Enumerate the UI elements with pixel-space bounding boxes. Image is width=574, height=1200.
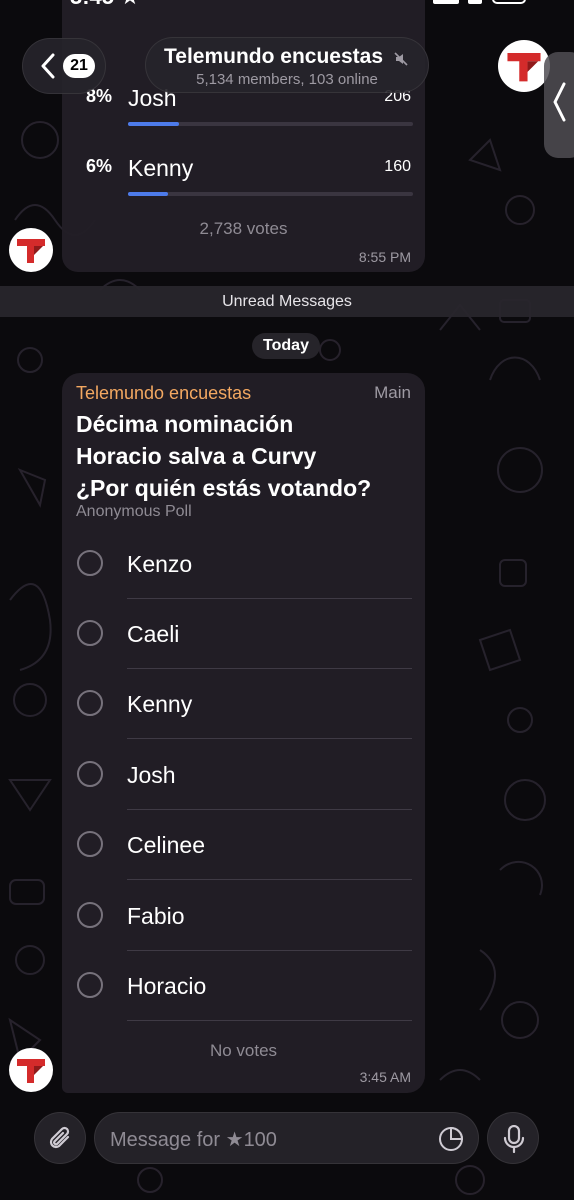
poll-option[interactable]: Horacio [62, 951, 425, 1021]
poll-option[interactable]: Kenny [62, 669, 425, 739]
message-input-placeholder: Message for ★100 [110, 1127, 277, 1152]
poll-type: Anonymous Poll [76, 503, 192, 520]
message-time: 3:45 AM [359, 1069, 411, 1085]
radio-button[interactable] [77, 690, 103, 716]
status-bar: 3:45 ★ [0, 0, 574, 10]
chat-avatar[interactable] [498, 40, 550, 92]
muted-icon [394, 52, 408, 66]
poll-message-bubble[interactable]: Telemundo encuestas Main Décima nominaci… [62, 373, 425, 1093]
microphone-icon [503, 1125, 525, 1153]
poll-option[interactable]: Caeli [62, 599, 425, 669]
radio-button[interactable] [77, 831, 103, 857]
result-bar-fill [128, 192, 168, 196]
attach-button[interactable] [34, 1112, 86, 1164]
poll-option[interactable]: Celinee [62, 810, 425, 880]
radio-button[interactable] [77, 620, 103, 646]
placeholder-text: Message for [110, 1129, 221, 1151]
status-time: 3:45 ★ [70, 0, 140, 10]
chevron-left-icon [41, 53, 55, 79]
cellular-signal-icon [433, 0, 459, 4]
battery-icon [492, 0, 526, 4]
telemundo-logo-icon [17, 1059, 45, 1083]
poll-result-row: 6% Kenny 160 [62, 150, 425, 210]
sticker-icon[interactable] [438, 1126, 464, 1152]
wifi-icon [468, 0, 482, 4]
poll-option-label: Celinee [127, 832, 205, 858]
result-bar [128, 192, 413, 196]
voice-message-button[interactable] [487, 1112, 539, 1164]
poll-option-label: Kenzo [127, 551, 193, 577]
sender-name[interactable]: Telemundo encuestas [76, 383, 251, 404]
poll-option-label: Kenny [127, 691, 193, 717]
poll-question-line: ¿Por quién estás votando? [76, 475, 372, 501]
radio-button[interactable] [77, 972, 103, 998]
result-bar [128, 122, 413, 126]
divider [127, 1020, 412, 1021]
star-icon: ★ [225, 1129, 244, 1151]
vote-count: No votes [209, 1041, 278, 1060]
date-badge: Today [252, 333, 320, 359]
poll-option[interactable]: Josh [62, 740, 425, 810]
message-input[interactable]: Message for ★100 [94, 1112, 479, 1164]
poll-question: Décima nominación Horacio salva a Curvy … [76, 408, 416, 504]
poll-question-line: Horacio salva a Curvy [76, 443, 317, 469]
star-price: 100 [243, 1129, 277, 1151]
poll-option-label: Horacio [127, 973, 207, 999]
poll-option[interactable]: Kenzo [62, 529, 425, 599]
radio-button[interactable] [77, 550, 103, 576]
topic-tag: Main [374, 383, 411, 402]
telemundo-logo-icon [17, 239, 45, 263]
chat-title: Telemundo encuestas [164, 45, 384, 68]
result-percent: 6% [86, 156, 113, 176]
chevron-left-icon [553, 82, 566, 122]
chat-title-pill[interactable]: Telemundo encuestas 5,134 members, 103 o… [145, 37, 429, 93]
paperclip-icon [49, 1126, 70, 1149]
poll-option-label: Josh [127, 762, 176, 788]
result-bar-fill [128, 122, 180, 126]
divider [127, 879, 412, 880]
poll-option-label: Fabio [127, 903, 185, 929]
chat-subtitle: 5,134 members, 103 online [196, 71, 378, 88]
divider [127, 738, 412, 739]
sender-avatar[interactable] [9, 228, 53, 272]
radio-button[interactable] [77, 761, 103, 787]
poll-option[interactable]: Fabio [62, 881, 425, 951]
total-votes: 2,738 votes [199, 219, 288, 238]
unread-count-badge: 21 [63, 54, 95, 78]
unread-messages-divider: Unread Messages [0, 286, 574, 317]
radio-button[interactable] [77, 902, 103, 928]
side-panel-handle[interactable] [544, 52, 574, 158]
message-time: 8:55 PM [358, 249, 411, 265]
sender-avatar[interactable] [9, 1048, 53, 1092]
back-button[interactable]: 21 [22, 38, 106, 94]
poll-option-label: Caeli [127, 621, 180, 647]
result-name: Kenny [128, 155, 194, 181]
result-votes: 160 [384, 158, 411, 175]
poll-question-line: Décima nominación [76, 411, 294, 437]
telemundo-logo-icon [507, 53, 541, 82]
